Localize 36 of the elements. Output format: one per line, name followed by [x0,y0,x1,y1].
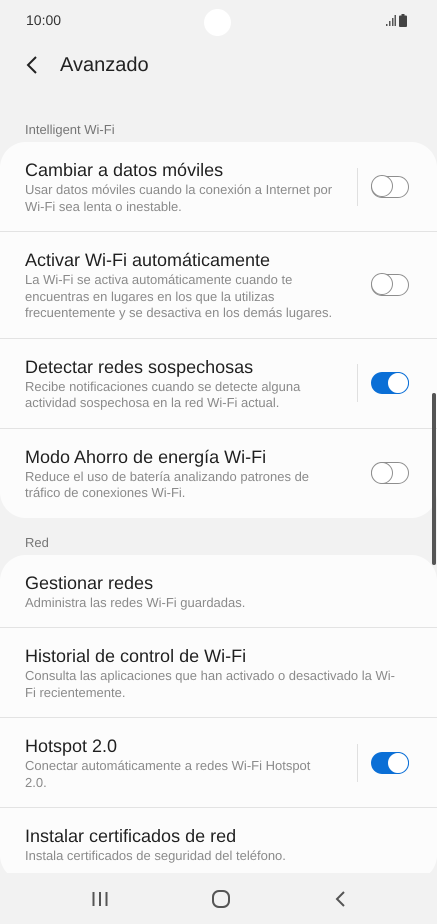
setting-row[interactable]: Historial de control de Wi-Fi Consulta las aplicaciones que han activado o desactivado la Wi-Fi recientemente. [0,627,437,717]
toggle-switch[interactable] [371,372,409,394]
chevron-left-icon [26,56,38,74]
section-label: Intelligent Wi-Fi [24,121,116,139]
setting-title: Modo Ahorro de energía Wi-Fi [25,446,268,468]
toggle-switch[interactable] [371,274,409,296]
setting-description: Reduce el uso de batería analizando patrones de tráfico de conexiones Wi-Fi. [25,468,310,502]
toggle-switch[interactable] [371,752,409,774]
setting-row[interactable]: Cambiar a datos móviles Usar datos móviles cuando la conexión a Internet por Wi-Fi sea lenta o inestable. [0,142,437,231]
setting-description: Consulta las aplicaciones que han activado o desactivado la Wi-Fi recientemente. [25,668,395,701]
setting-row[interactable]: Hotspot 2.0 Conectar automáticamente a redes Wi-Fi Hotspot 2.0. [0,717,437,807]
setting-title: Hotspot 2.0 [25,735,118,758]
chevron-left-icon [334,890,345,906]
setting-title: Instalar certificados de red [25,825,238,848]
setting-description: Usar datos móviles cuando la conexión a Internet por Wi-Fi sea lenta o inestable. [25,182,333,215]
signal-icon [386,14,396,26]
rounded-square-icon [212,890,230,908]
battery-icon [399,14,407,26]
setting-title: Cambiar a datos móviles [25,159,224,182]
setting-description: Administra las redes Wi-Fi guardadas. [25,594,246,611]
section-label: Red [24,534,50,552]
setting-title: Detectar redes sospechosas [25,356,254,378]
toggle-switch[interactable] [371,462,409,484]
setting-title: Gestionar redes [25,572,154,594]
setting-title: Activar Wi-Fi automáticamente [25,249,272,272]
setting-description: Recibe notificaciones cuando se detecte alguna actividad sospechosa en la red Wi-Fi actual. [25,378,302,412]
page-title: Avanzado [60,54,149,76]
toggle-switch[interactable] [371,176,409,198]
setting-description: Instala certificados de seguridad del teléfono. [25,848,287,864]
setting-row[interactable]: Activar Wi-Fi automáticamente La Wi-Fi se activa automáticamente cuando te encuentras en lugares en los que la utilizas frecuentemente y se desactiva en los demás lugares. [0,231,437,338]
setting-description: Conectar automáticamente a redes Wi-Fi Hotspot 2.0. [25,758,312,791]
setting-title: Historial de control de Wi-Fi [25,645,248,668]
setting-description: La Wi-Fi se activa automáticamente cuando te encuentras en lugares en los que la utilizas frecuentemente y se desactiva en los demás lugares. [25,272,333,322]
clock: 10:00 [26,12,62,28]
three-bars-icon [92,890,108,906]
setting-row[interactable]: Gestionar redes Administra las redes Wi-Fi guardadas. [0,554,437,627]
